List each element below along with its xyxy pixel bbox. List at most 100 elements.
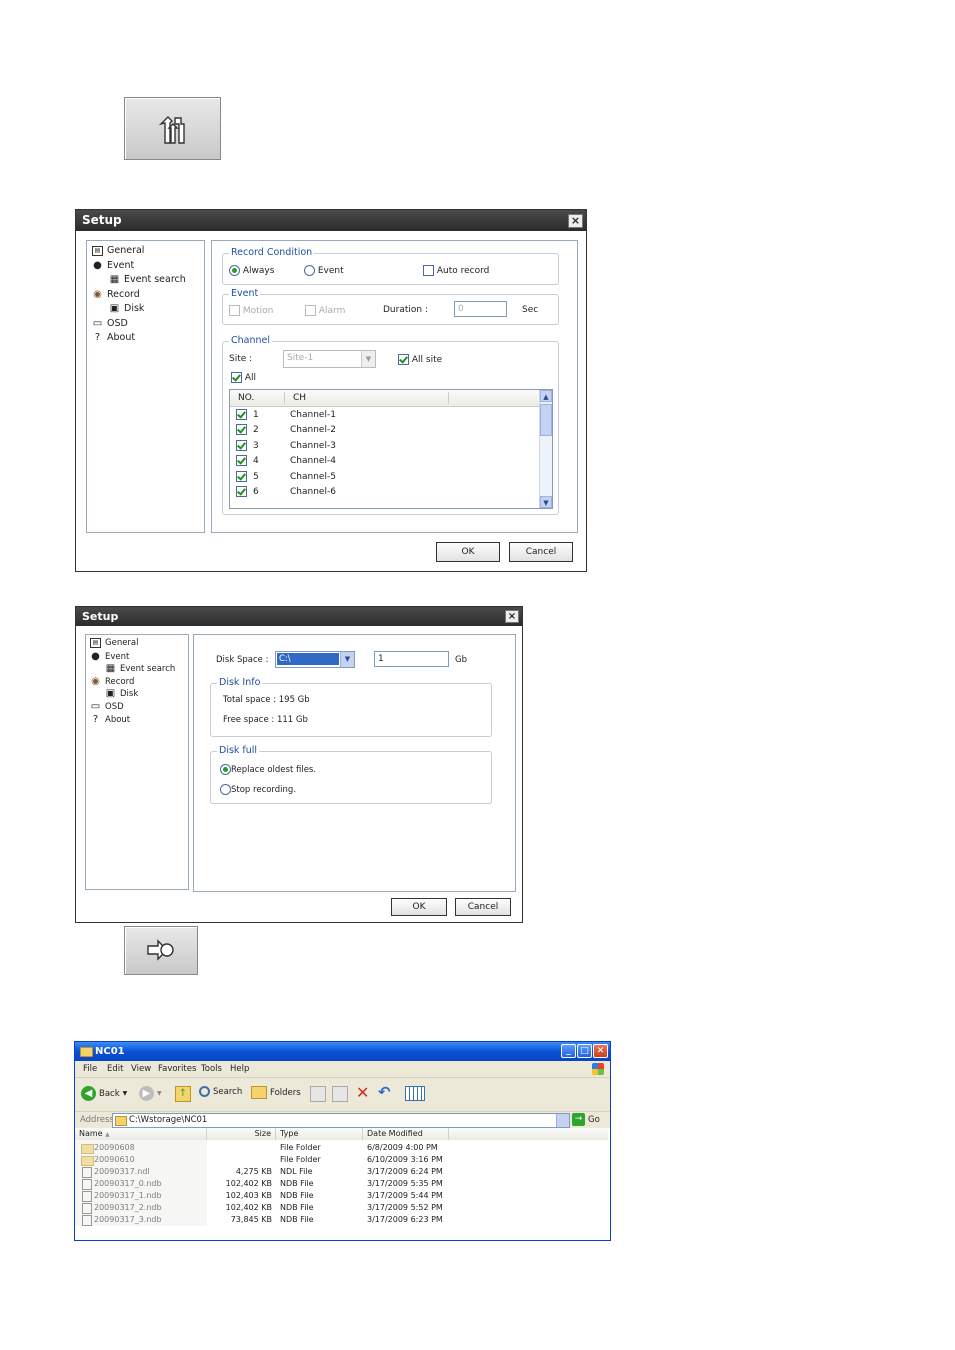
- column-header-size[interactable]: Size: [207, 1128, 276, 1140]
- ok-button[interactable]: OK: [391, 898, 447, 916]
- stop-radio[interactable]: [220, 784, 231, 795]
- channel-checkbox[interactable]: [236, 486, 247, 497]
- site-select[interactable]: Site-1 ▼: [283, 350, 376, 368]
- close-button[interactable]: ✕: [593, 1044, 608, 1058]
- channel-no: 1: [253, 410, 259, 420]
- go-button[interactable]: → Go: [572, 1113, 600, 1126]
- channel-row[interactable]: 1 Channel-1: [236, 409, 336, 420]
- menu-file[interactable]: File: [83, 1064, 97, 1074]
- column-header-date[interactable]: Date Modified: [363, 1128, 449, 1140]
- cancel-button[interactable]: Cancel: [455, 898, 511, 916]
- channel-row[interactable]: 3 Channel-3: [236, 440, 336, 451]
- close-button[interactable]: ×: [505, 610, 519, 623]
- tree-item-event-search[interactable]: ▦ Event search: [105, 663, 176, 674]
- column-header-no[interactable]: NO.: [238, 393, 254, 403]
- always-radio[interactable]: [229, 265, 240, 276]
- auto-record-checkbox[interactable]: [423, 265, 434, 276]
- channel-row[interactable]: 5 Channel-5: [236, 471, 336, 482]
- menu-view[interactable]: View: [131, 1064, 151, 1074]
- tree-item-event[interactable]: ● Event: [92, 260, 134, 271]
- column-header-type[interactable]: Type: [276, 1128, 363, 1140]
- back-button[interactable]: ◀ Back ▼: [81, 1086, 127, 1101]
- channel-row[interactable]: 6 Channel-6: [236, 486, 336, 497]
- tree-item-general[interactable]: ▤ General: [90, 638, 139, 648]
- motion-checkbox[interactable]: [229, 305, 240, 316]
- alarm-checkbox[interactable]: [305, 305, 316, 316]
- menu-edit[interactable]: Edit: [107, 1064, 123, 1074]
- tree-item-osd[interactable]: ▭ OSD: [92, 318, 128, 329]
- tree-item-record[interactable]: ◉ Record: [92, 289, 140, 300]
- ok-button[interactable]: OK: [436, 542, 500, 562]
- scroll-thumb[interactable]: [540, 404, 552, 436]
- back-arrow-icon: ◀: [81, 1086, 96, 1101]
- stop-label: Stop recording.: [231, 785, 297, 795]
- disk-info-legend: Disk Info: [217, 677, 263, 688]
- disk-size-input[interactable]: 1: [374, 651, 449, 667]
- menu-favorites[interactable]: Favorites: [158, 1064, 196, 1074]
- auto-record-option[interactable]: Auto record: [423, 265, 489, 276]
- event-radio[interactable]: [304, 265, 315, 276]
- scroll-up-icon[interactable]: ▲: [540, 390, 552, 402]
- maximize-button[interactable]: □: [577, 1044, 592, 1058]
- channel-checkbox[interactable]: [236, 471, 247, 482]
- menu-help[interactable]: Help: [230, 1064, 249, 1074]
- replace-radio[interactable]: [220, 764, 231, 775]
- all-channel-option[interactable]: All: [231, 372, 256, 383]
- tree-item-general[interactable]: ▤ General: [92, 245, 144, 256]
- tree-item-disk[interactable]: ▣ Disk: [109, 303, 145, 314]
- channel-list-scrollbar[interactable]: ▲ ▼: [539, 390, 552, 508]
- scroll-down-icon[interactable]: ▼: [540, 496, 552, 508]
- tree-item-about[interactable]: ? About: [90, 714, 130, 725]
- chevron-down-icon: ▼: [122, 1090, 128, 1097]
- views-icon[interactable]: [405, 1086, 425, 1101]
- tree-item-event-search[interactable]: ▦ Event search: [109, 274, 186, 285]
- chevron-down-icon[interactable]: [556, 1114, 569, 1127]
- setup-button[interactable]: [124, 97, 221, 160]
- folders-button[interactable]: Folders: [251, 1086, 301, 1099]
- address-input[interactable]: C:\Wstorage\NC01: [112, 1113, 570, 1128]
- menu-bar: File Edit View Favorites Tools Help: [75, 1061, 610, 1078]
- tree-item-about[interactable]: ? About: [92, 332, 135, 343]
- channel-checkbox[interactable]: [236, 455, 247, 466]
- up-folder-icon[interactable]: ↑: [175, 1086, 191, 1102]
- minimize-button[interactable]: _: [561, 1044, 576, 1058]
- undo-icon[interactable]: ↶: [378, 1083, 391, 1101]
- forward-button[interactable]: ▶ ▼: [139, 1086, 162, 1101]
- column-header-ch[interactable]: CH: [293, 393, 306, 403]
- tree-item-event[interactable]: ● Event: [90, 651, 129, 662]
- close-button[interactable]: ×: [568, 214, 583, 228]
- column-header-name[interactable]: Name ▲: [75, 1128, 207, 1140]
- all-site-option[interactable]: All site: [398, 354, 442, 365]
- tree-item-record[interactable]: ◉ Record: [90, 676, 134, 687]
- channel-row[interactable]: 4 Channel-4: [236, 455, 336, 466]
- channel-checkbox[interactable]: [236, 440, 247, 451]
- all-channel-checkbox[interactable]: [231, 372, 242, 383]
- duration-input[interactable]: 0: [454, 301, 507, 317]
- cancel-button[interactable]: Cancel: [509, 542, 573, 562]
- channel-checkbox[interactable]: [236, 424, 247, 435]
- channel-checkbox[interactable]: [236, 409, 247, 420]
- copy-to-icon[interactable]: [332, 1086, 348, 1102]
- file-date: 3/17/2009 6:24 PM: [367, 1167, 443, 1176]
- sort-up-icon: ▲: [105, 1131, 110, 1138]
- move-to-icon[interactable]: [310, 1086, 326, 1102]
- stop-option[interactable]: Stop recording.: [220, 784, 296, 795]
- channel-row[interactable]: 2 Channel-2: [236, 424, 336, 435]
- alarm-option[interactable]: Alarm: [305, 305, 345, 316]
- menu-tools[interactable]: Tools: [201, 1064, 222, 1074]
- about-icon: ?: [92, 714, 99, 725]
- file-name: 20090317.ndl: [94, 1167, 150, 1176]
- tree-item-disk[interactable]: ▣ Disk: [105, 688, 139, 699]
- always-option[interactable]: Always: [229, 265, 274, 276]
- motion-option[interactable]: Motion: [229, 305, 273, 316]
- export-button[interactable]: [124, 926, 198, 975]
- all-site-checkbox[interactable]: [398, 354, 409, 365]
- channel-list: NO. CH 1 Channel-1 2 Channel-2 3 Channel-3 …: [229, 389, 553, 509]
- folder-icon: [81, 1144, 94, 1154]
- replace-option[interactable]: Replace oldest files.: [220, 764, 316, 775]
- event-option[interactable]: Event: [304, 265, 344, 276]
- drive-select[interactable]: C:\ ▼: [275, 651, 355, 668]
- search-button[interactable]: Search: [199, 1086, 242, 1097]
- tree-item-osd[interactable]: ▭ OSD: [90, 701, 124, 712]
- delete-icon[interactable]: ✕: [356, 1083, 369, 1102]
